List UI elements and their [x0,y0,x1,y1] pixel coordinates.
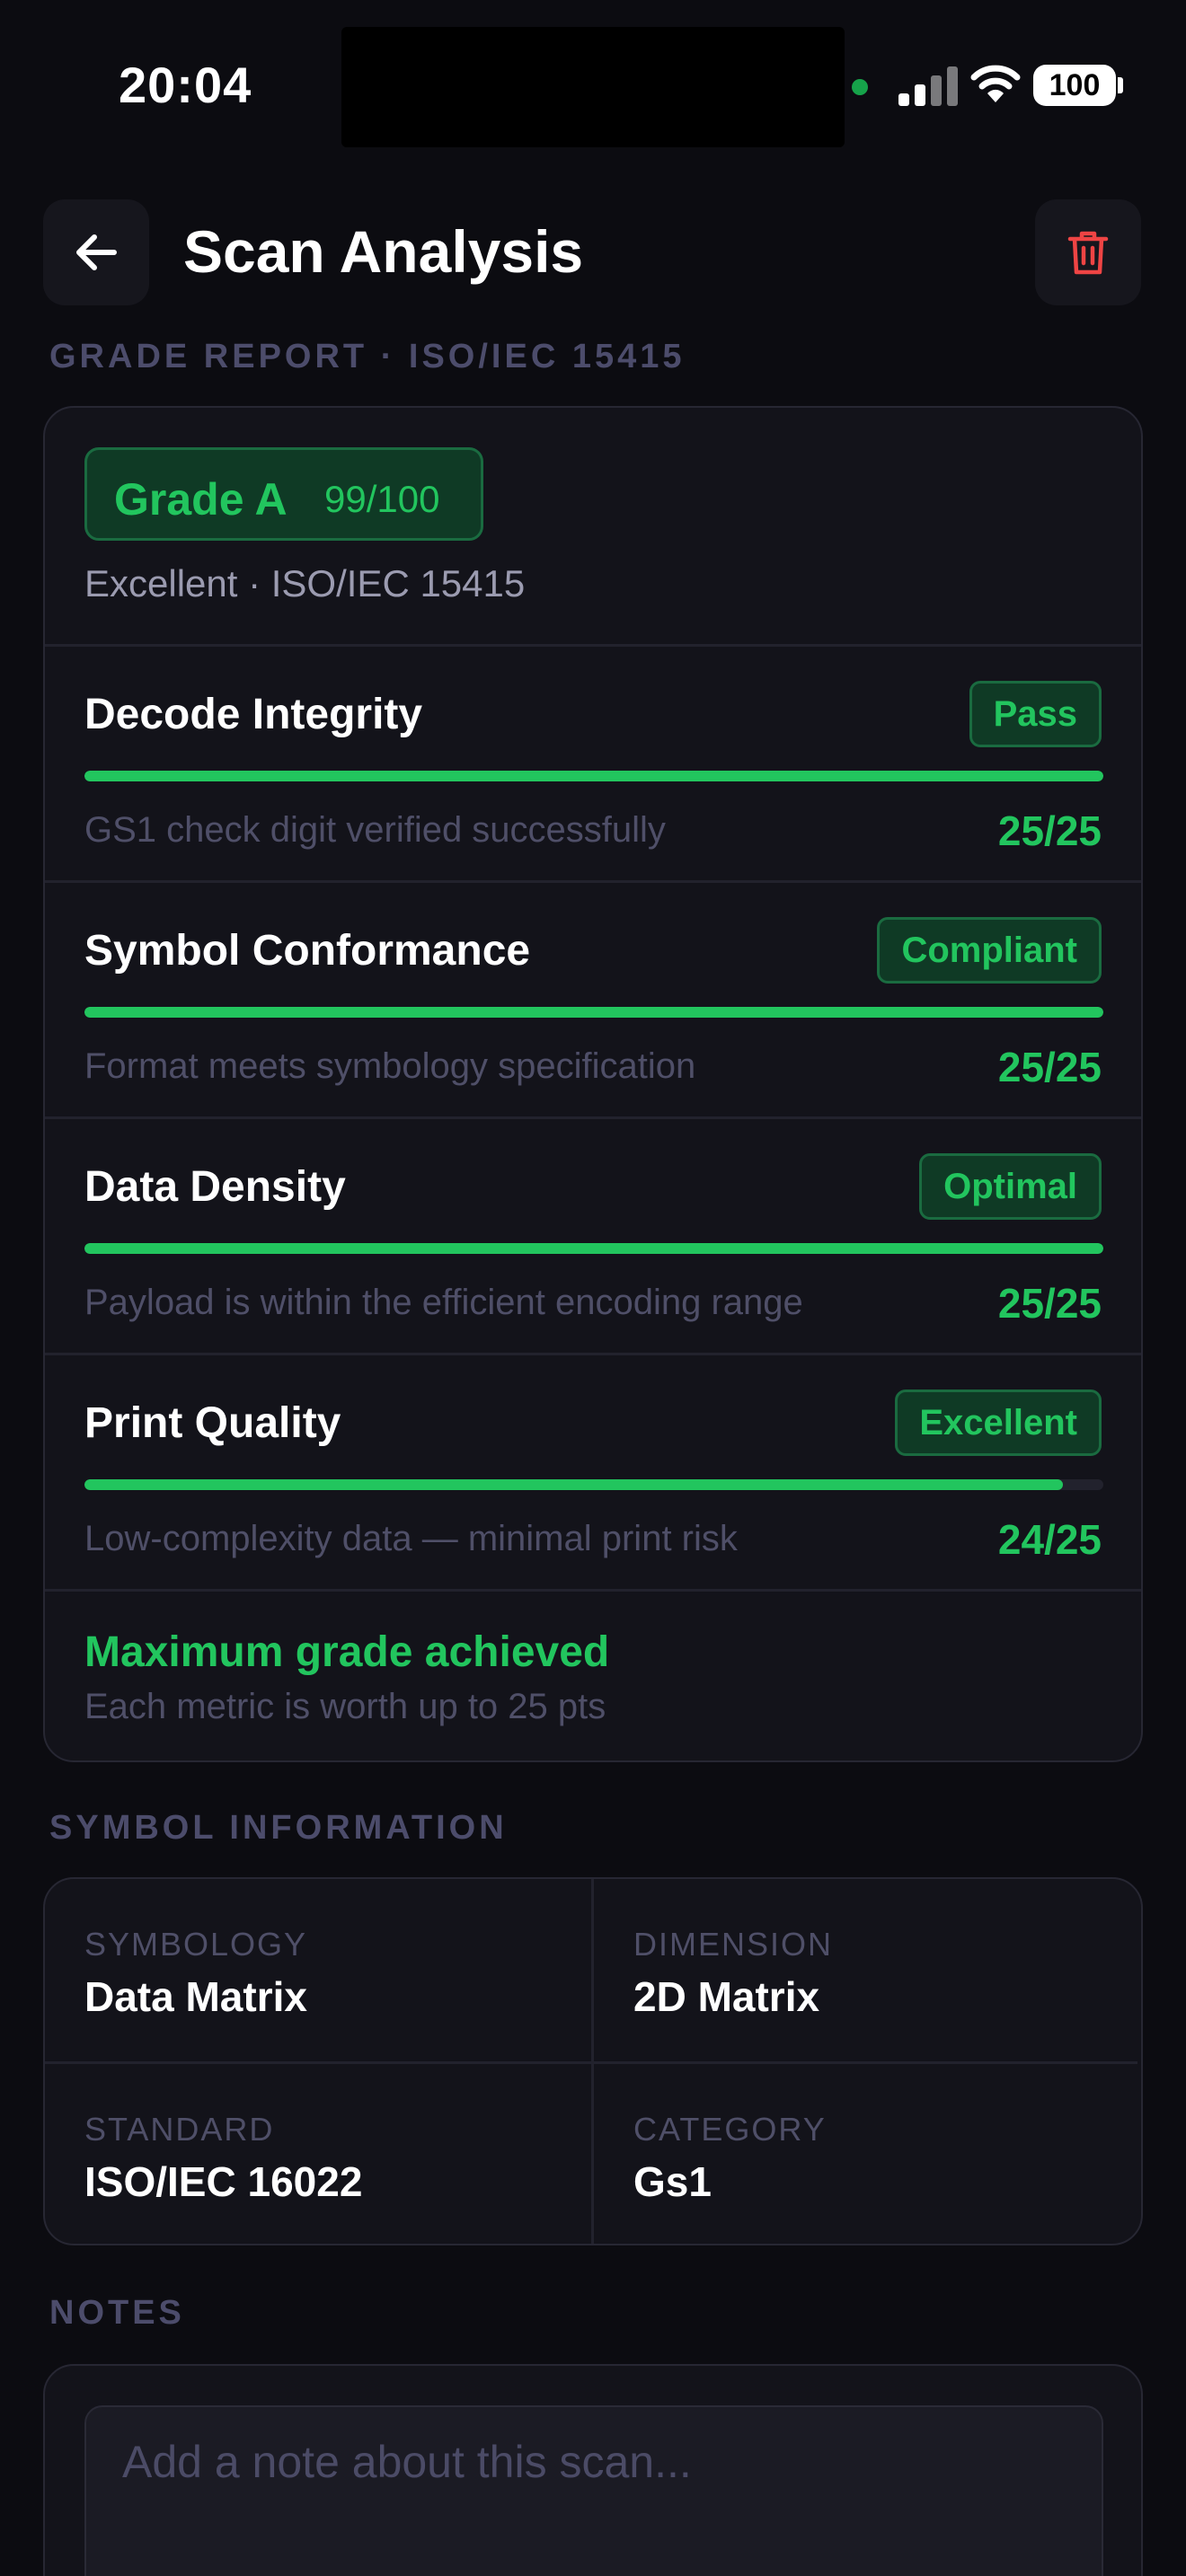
metric-progress-bar [84,1007,1103,1018]
summary-subtitle: Each metric is worth up to 25 pts [84,1687,606,1726]
grade-report-card: Grade A 99/100 Excellent · ISO/IEC 15415… [43,406,1143,1762]
info-cell-standard: STANDARD ISO/IEC 16022 [45,2061,591,2244]
info-cell-symbology: SYMBOLOGY Data Matrix [45,1879,591,2061]
grade-label: Grade A [114,474,288,525]
grade-badge: Grade A 99/100 [84,447,483,541]
metric-progress-bar [84,1243,1103,1254]
metric-name: Print Quality [84,1399,341,1447]
battery-indicator: 100 [1033,65,1116,106]
trash-icon [1067,231,1109,275]
metric-score: 25/25 [997,1280,1102,1327]
info-value: 2D Matrix [633,1973,820,2020]
metric-description: GS1 check digit verified successfully [84,810,666,850]
grade-report-section-label: GRADE REPORT · ISO/IEC 15415 [49,338,686,375]
notes-card [43,2364,1143,2576]
grade-summary: Grade A 99/100 Excellent · ISO/IEC 15415 [45,408,1141,647]
page-title: Scan Analysis [183,218,584,285]
symbol-info-section-label: SYMBOL INFORMATION [49,1809,508,1847]
metric-name: Symbol Conformance [84,927,531,975]
cellular-signal-icon [898,66,958,106]
metric-description: Low-complexity data — minimal print risk [84,1519,738,1558]
metric-decode-integrity: Decode Integrity Pass GS1 check digit ve… [45,647,1141,883]
metric-name: Decode Integrity [84,691,423,738]
metric-score: 24/25 [997,1516,1102,1563]
metric-badge: Excellent [895,1389,1102,1456]
info-cell-category: CATEGORY Gs1 [591,2061,1137,2244]
metric-score: 25/25 [997,1044,1102,1090]
delete-button[interactable] [1035,199,1141,305]
metric-progress-fill [84,1243,1103,1254]
metric-badge: Optimal [919,1153,1102,1220]
grade-subtitle: Excellent · ISO/IEC 15415 [84,562,526,604]
metric-symbol-conformance: Symbol Conformance Compliant Format meet… [45,883,1141,1119]
status-bar: 20:04 100 [0,0,1186,171]
metric-progress-fill [84,771,1103,781]
wifi-icon [970,65,1021,102]
info-value: Gs1 [633,2158,712,2205]
camera-cutout [341,27,845,147]
metric-progress-fill [84,1007,1103,1018]
info-key: STANDARD [84,2111,275,2148]
symbol-info-card: SYMBOLOGY Data Matrix DIMENSION 2D Matri… [43,1877,1143,2245]
back-button[interactable] [43,199,149,305]
info-key: CATEGORY [633,2111,827,2148]
status-time: 20:04 [119,57,252,113]
info-value: Data Matrix [84,1973,307,2020]
battery-tip [1118,77,1123,93]
camera-indicator-icon [852,79,868,95]
summary-title: Maximum grade achieved [84,1628,610,1676]
metric-description: Payload is within the efficient encoding… [84,1283,803,1322]
info-key: SYMBOLOGY [84,1926,308,1963]
grade-score: 99/100 [324,478,440,520]
metric-progress-bar [84,1479,1103,1490]
metric-badge: Pass [969,681,1102,747]
metric-progress-fill [84,1479,1063,1490]
metric-score: 25/25 [997,807,1102,854]
scan-analysis-screen: 20:04 100 Scan Analysis GRADE REPORT · I… [0,0,1186,2576]
info-cell-dimension: DIMENSION 2D Matrix [591,1879,1137,2061]
info-value: ISO/IEC 16022 [84,2158,363,2205]
metric-name: Data Density [84,1163,346,1211]
notes-input[interactable] [84,2405,1103,2576]
metric-print-quality: Print Quality Excellent Low-complexity d… [45,1355,1141,1592]
metric-badge: Compliant [877,917,1102,984]
notes-section-label: NOTES [49,2294,185,2332]
info-key: DIMENSION [633,1926,834,1963]
arrow-left-icon [76,234,117,270]
metric-progress-bar [84,771,1103,781]
metric-data-density: Data Density Optimal Payload is within t… [45,1119,1141,1355]
metric-description: Format meets symbology specification [84,1046,696,1086]
